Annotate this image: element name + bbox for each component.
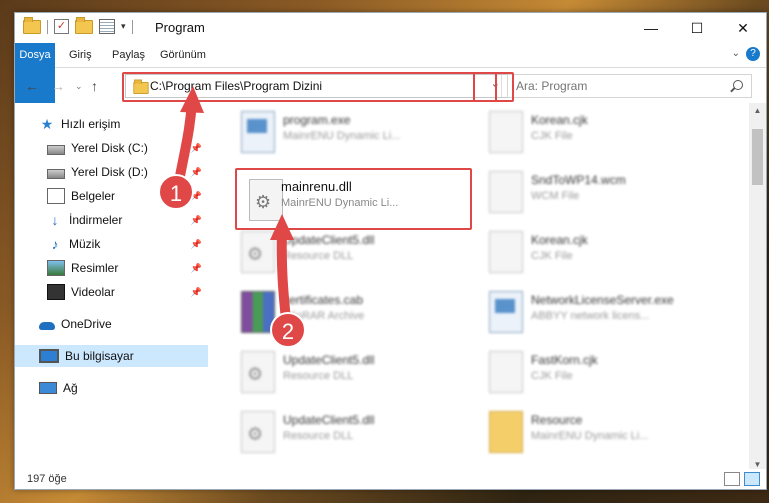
step-two-callout: 2 [270,312,306,348]
annotation-arrows [175,86,294,325]
step-one-callout: 1 [158,174,194,210]
